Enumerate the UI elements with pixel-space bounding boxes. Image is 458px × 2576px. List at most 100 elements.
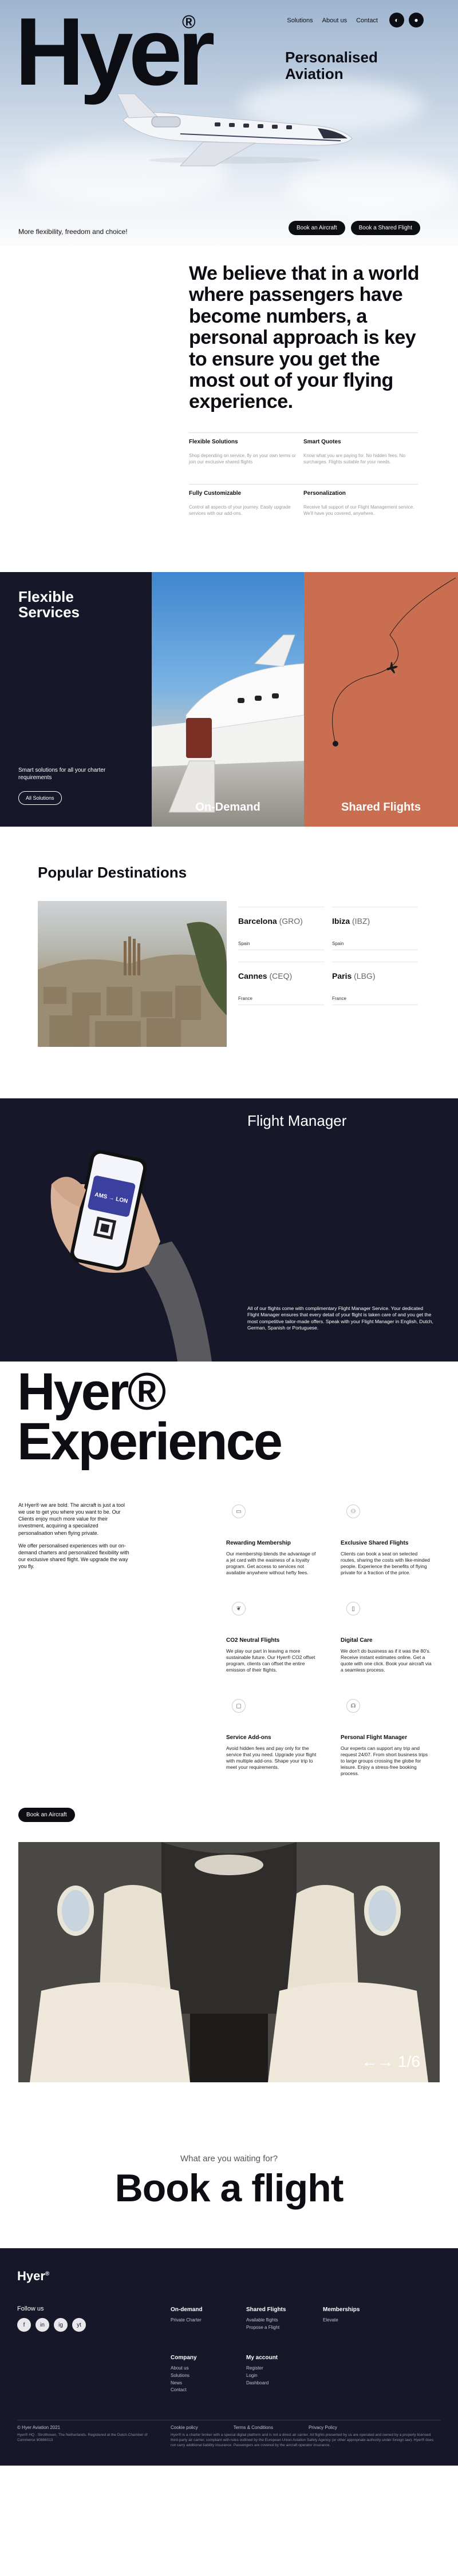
services-desc: Smart solutions for all your charter req… — [18, 767, 106, 781]
feature-digital-care: ▯ Digital Care We don't do business as i… — [341, 1602, 432, 1673]
people-icon: ⚇ — [346, 1505, 360, 1518]
destination-city: Ibiza — [332, 916, 350, 926]
instagram-icon[interactable]: ig — [54, 2318, 68, 2332]
destination-city: Barcelona — [238, 916, 277, 926]
feature-exclusive-shared-flights: ⚇ Exclusive Shared Flights Clients can b… — [341, 1505, 432, 1576]
destination-card-ibiza[interactable]: Ibiza (IBZ) Spain — [332, 907, 418, 950]
destination-card-paris[interactable]: Paris (LBG) France — [332, 962, 418, 1005]
feature-text: We play our part in leaving a more susta… — [226, 1648, 315, 1673]
experience-intro-text: At Hyer® we are bold. The aircraft is ju… — [18, 1502, 125, 1536]
feature-title: Digital Care — [341, 1637, 373, 1644]
follow-us-label: Follow us — [17, 2305, 44, 2312]
language-icon[interactable]: ◐ — [389, 13, 404, 27]
youtube-icon[interactable]: yt — [72, 2318, 86, 2332]
book-aircraft-button[interactable]: Book an Aircraft — [18, 1808, 75, 1822]
feature-title: Fully Customizable — [189, 490, 242, 497]
jet-stairs-image — [152, 634, 304, 813]
feature-text: Know what you are paying for. No hidden … — [303, 453, 405, 465]
destination-code: (LBG) — [354, 971, 376, 981]
footer-bottom-bar: © Hyer Aviation 2021 Cookie policy Terms… — [17, 2420, 441, 2430]
footer-col-title: Shared Flights — [246, 2307, 286, 2313]
footer-logo-mark: ® — [45, 2271, 50, 2277]
destination-country: France — [332, 996, 418, 1005]
feature-title: Flexible Solutions — [189, 439, 238, 445]
legal-disclaimer: Hyer® is a charter broker with a special… — [171, 2433, 434, 2448]
gallery-controls: ←→ 1/6 — [361, 2053, 420, 2071]
book-question: What are you waiting for? — [180, 2154, 278, 2164]
facebook-icon[interactable]: f — [17, 2318, 31, 2332]
footer-logo[interactable]: Hyer® — [17, 2269, 49, 2284]
footer-link[interactable]: Dashboard — [246, 2380, 278, 2387]
destination-card-barcelona[interactable]: Barcelona (GRO) Spain — [238, 907, 324, 950]
cookie-policy-link[interactable]: Cookie policy — [171, 2425, 198, 2430]
footer-link[interactable]: Propose a Flight — [246, 2324, 286, 2332]
shared-flights-panel[interactable]: Shared Flights — [304, 572, 458, 827]
cabin-interior-image: ←→ 1/6 — [18, 1842, 440, 2082]
footer-col-title: Memberships — [323, 2307, 360, 2313]
destination-city: Cannes — [238, 971, 267, 981]
nav-solutions[interactable]: Solutions — [287, 17, 313, 24]
nav-contact[interactable]: Contact — [356, 17, 378, 24]
footer-col-title: My account — [246, 2355, 278, 2361]
prev-arrow-icon[interactable]: ← — [361, 2053, 377, 2070]
footer-link[interactable]: Contact — [171, 2387, 197, 2394]
footer-col-shared-flights: Shared Flights Available flights Propose… — [246, 2305, 286, 2332]
feature-text: Avoid hidden fees and pay only for the s… — [226, 1745, 317, 1771]
hero-subtitle: More flexibility, freedom and choice! — [18, 228, 128, 236]
legal-links: Cookie policy Terms & Conditions Privacy… — [171, 2425, 337, 2430]
destination-code: (IBZ) — [352, 916, 370, 926]
footer-link[interactable]: About us — [171, 2365, 197, 2372]
destination-card-cannes[interactable]: Cannes (CEQ) France — [238, 962, 324, 1005]
feature-title: Exclusive Shared Flights — [341, 1540, 409, 1546]
experience-intro-text: We offer personalised experiences with o… — [18, 1542, 129, 1570]
leaf-icon: ❦ — [232, 1602, 246, 1616]
feature-title: Rewarding Membership — [226, 1540, 291, 1546]
gallery-counter: 1/6 — [398, 2053, 420, 2070]
destination-code: (CEQ) — [269, 971, 293, 981]
destination-code: (GRO) — [279, 916, 303, 926]
footer-col-title: On-demand — [171, 2307, 203, 2313]
terms-link[interactable]: Terms & Conditions — [234, 2425, 273, 2430]
footer-link[interactable]: Private Charter — [171, 2317, 203, 2324]
top-nav: Solutions About us Contact — [287, 17, 378, 24]
feature-text: Receive full support of our Flight Manag… — [303, 505, 414, 516]
intro-heading: We believe that in a world where passeng… — [189, 263, 420, 413]
footer-link[interactable]: Login — [246, 2372, 278, 2380]
destination-country: France — [238, 996, 324, 1005]
destinations-section: Popular Destinations Barcelona (GRO) Spa… — [0, 827, 458, 1098]
on-demand-panel[interactable]: On-Demand — [152, 572, 304, 827]
linkedin-icon[interactable]: in — [35, 2318, 49, 2332]
hero-logo[interactable]: Hyer — [15, 3, 215, 100]
all-solutions-button[interactable]: All Solutions — [18, 791, 62, 805]
next-arrow-icon[interactable]: → — [377, 2053, 393, 2070]
footer-col-on-demand: On-demand Private Charter — [171, 2305, 203, 2324]
intro-section: We believe that in a world where passeng… — [0, 246, 458, 572]
feature-smart-quotes: Smart Quotes Know what you are paying fo… — [303, 432, 418, 466]
feature-title: Personalization — [303, 490, 346, 497]
book-shared-flight-button[interactable]: Book a Shared Flight — [350, 221, 420, 235]
footer-fine-print: Hyer® HQ · Strollhoven, The Netherlands.… — [17, 2432, 441, 2448]
services-title: Flexible Services — [18, 588, 80, 621]
destinations-title: Popular Destinations — [38, 864, 187, 881]
footer-link[interactable]: Available flights — [246, 2317, 286, 2324]
footer-link[interactable]: Register — [246, 2365, 278, 2372]
flight-manager-text: All of our flights come with complimenta… — [247, 1305, 433, 1331]
footer-link[interactable]: News — [171, 2380, 197, 2387]
services-panel: Flexible Services Smart solutions for al… — [0, 572, 152, 827]
card-icon: ▭ — [232, 1505, 246, 1518]
book-heading[interactable]: Book a flight — [0, 2166, 458, 2210]
privacy-policy-link[interactable]: Privacy Policy — [309, 2425, 337, 2430]
barcelona-city-image[interactable] — [38, 901, 227, 1047]
experience-title-line2: Experience — [17, 1412, 283, 1471]
user-icon[interactable]: ● — [409, 13, 424, 27]
footer-link[interactable]: Elevate — [323, 2317, 360, 2324]
feature-flexible-solutions: Flexible Solutions Shop depending on ser… — [189, 432, 303, 466]
services-section: Flexible Services Smart solutions for al… — [0, 572, 458, 827]
destination-country: Spain — [332, 941, 418, 950]
book-aircraft-button[interactable]: Book an Aircraft — [289, 221, 345, 235]
nav-about[interactable]: About us — [322, 17, 347, 24]
footer-link[interactable]: Solutions — [171, 2372, 197, 2380]
feature-personalization: Personalization Receive full support of … — [303, 484, 418, 517]
flight-manager-title: Flight Manager — [247, 1112, 347, 1129]
private-jet-image — [117, 93, 353, 166]
